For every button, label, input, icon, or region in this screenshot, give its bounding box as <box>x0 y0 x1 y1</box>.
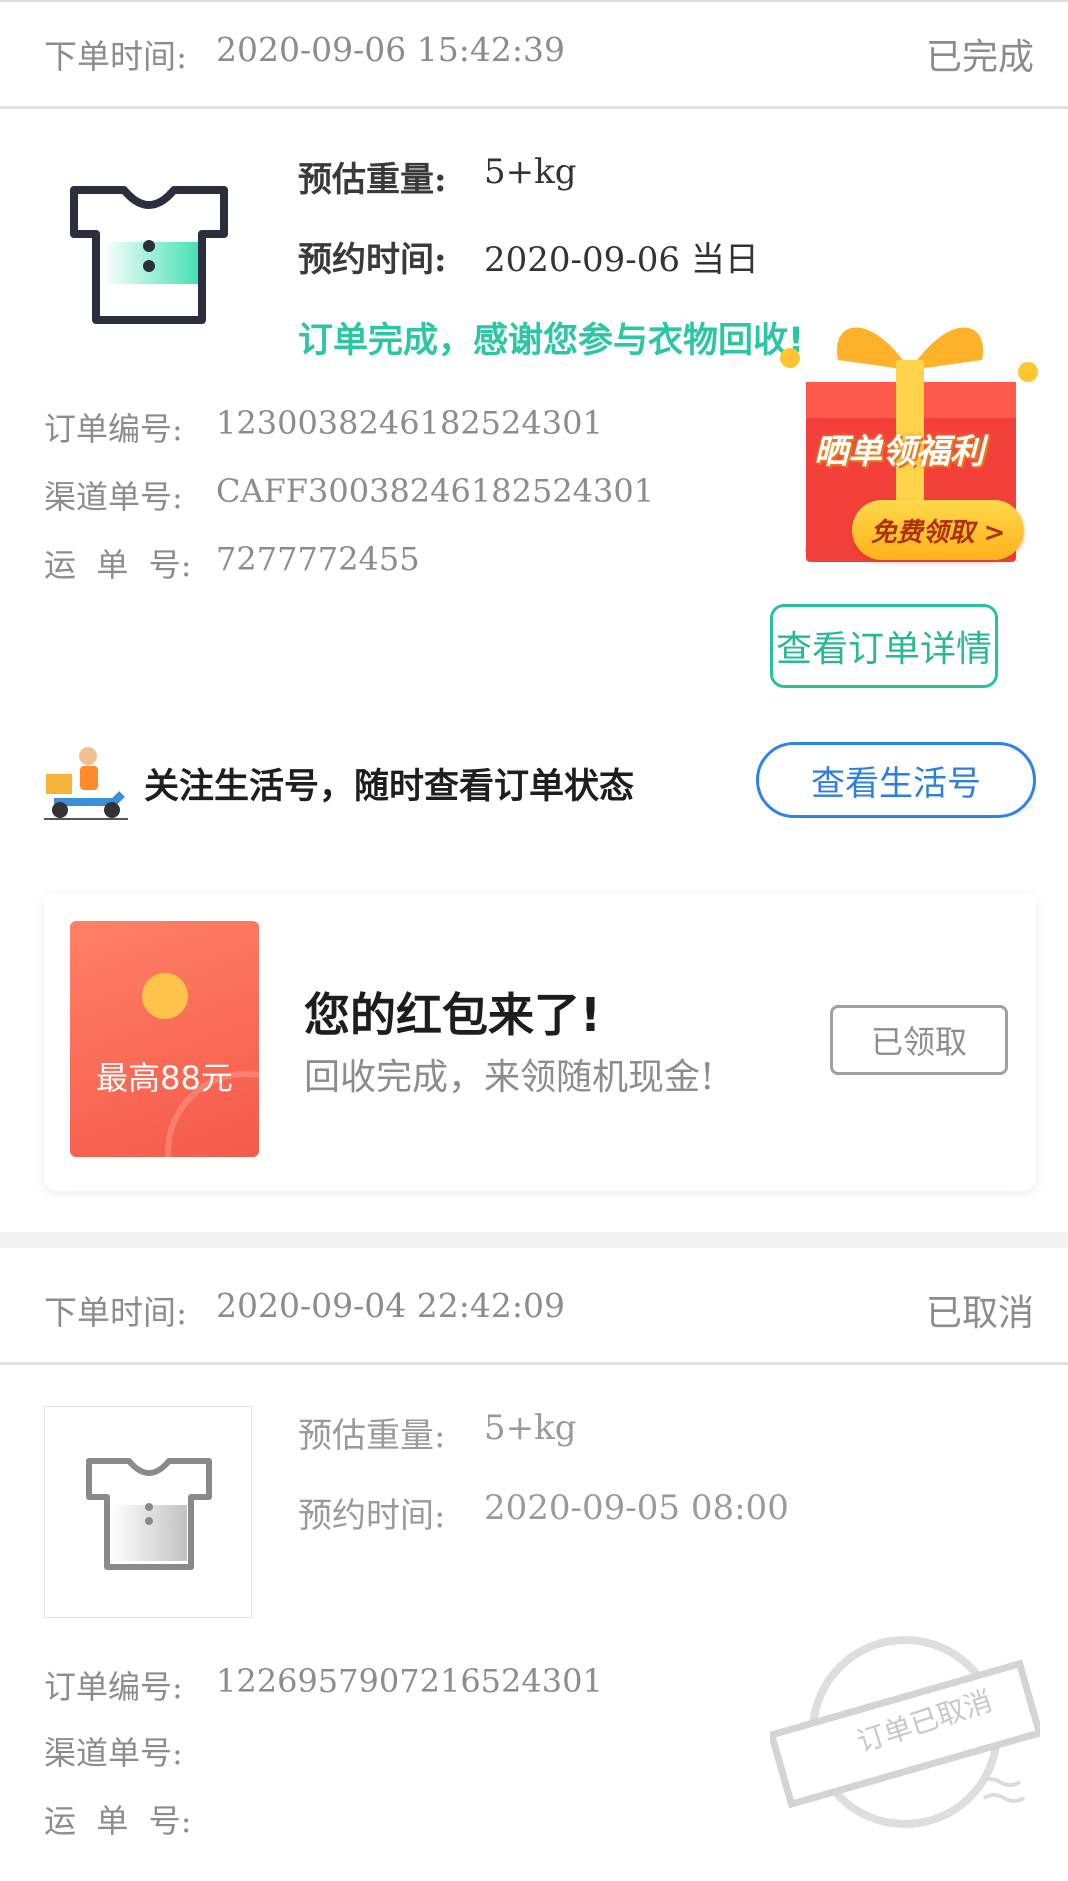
appointment-label: 预约时间: <box>298 240 447 280</box>
order-no-value: 1230038246182524301 <box>216 404 603 442</box>
red-packet-image: 最高88元 <box>70 921 259 1157</box>
order-no-value: 1226957907216524301 <box>216 1662 603 1700</box>
appointment-label: 预约时间: <box>298 1496 446 1536</box>
weight-label: 预估重量: <box>298 1416 446 1456</box>
waybill-label: 运 单 号: <box>44 546 192 584</box>
tshirt-icon <box>70 186 228 324</box>
delivery-scooter-icon <box>44 747 128 820</box>
red-packet-title: 您的红包来了! <box>304 988 601 1042</box>
weight-label: 预估重量: <box>298 160 447 200</box>
complete-message: 订单完成，感谢您参与衣物回收! <box>298 321 804 361</box>
item-image-frame <box>44 1406 252 1618</box>
order-no-label: 订单编号: <box>44 1668 183 1706</box>
appointment-value: 2020-09-05 08:00 <box>484 1488 789 1528</box>
red-packet-badge: 最高88元 <box>96 1059 233 1097</box>
promo-title: 晒单领福利 <box>814 432 984 472</box>
follow-prompt: 关注生活号，随时查看订单状态 <box>144 767 635 807</box>
order-time-value: 2020-09-06 15:42:39 <box>216 30 565 69</box>
channel-no-label: 渠道单号: <box>44 1734 183 1772</box>
red-packet-subtitle: 回收完成，来领随机现金! <box>304 1057 715 1098</box>
view-order-detail-button[interactable]: 查看订单详情 <box>770 604 998 688</box>
channel-no-value: CAFF30038246182524301 <box>216 472 655 510</box>
coin-icon <box>142 973 188 1019</box>
order-time-value: 2020-09-04 22:42:09 <box>216 1286 565 1325</box>
header-divider <box>0 106 1068 109</box>
channel-no-label: 渠道单号: <box>44 478 183 516</box>
view-life-account-button[interactable]: 查看生活号 <box>756 742 1036 818</box>
weight-value: 5+kg <box>484 152 577 192</box>
weight-value: 5+kg <box>484 1408 577 1448</box>
claimed-button[interactable]: 已领取 <box>830 1005 1008 1075</box>
header-divider <box>0 1362 1068 1365</box>
order-status: 已取消 <box>926 1293 1035 1334</box>
red-packet-card: 最高88元 您的红包来了! 回收完成，来领随机现金! 已领取 <box>44 893 1036 1191</box>
top-border <box>0 0 1068 2</box>
waybill-value: 7277772455 <box>216 540 420 578</box>
waybill-label: 运 单 号: <box>44 1802 192 1840</box>
order-no-label: 订单编号: <box>44 410 183 448</box>
promo-claim-button[interactable]: 免费领取 > <box>852 500 1024 560</box>
section-separator <box>0 1232 1068 1248</box>
tshirt-icon <box>86 1458 212 1570</box>
order-status: 已完成 <box>926 37 1035 78</box>
appointment-value: 2020-09-06 当日 <box>484 240 759 280</box>
order-time-label: 下单时间: <box>44 37 188 76</box>
order-time-label: 下单时间: <box>44 1293 188 1332</box>
